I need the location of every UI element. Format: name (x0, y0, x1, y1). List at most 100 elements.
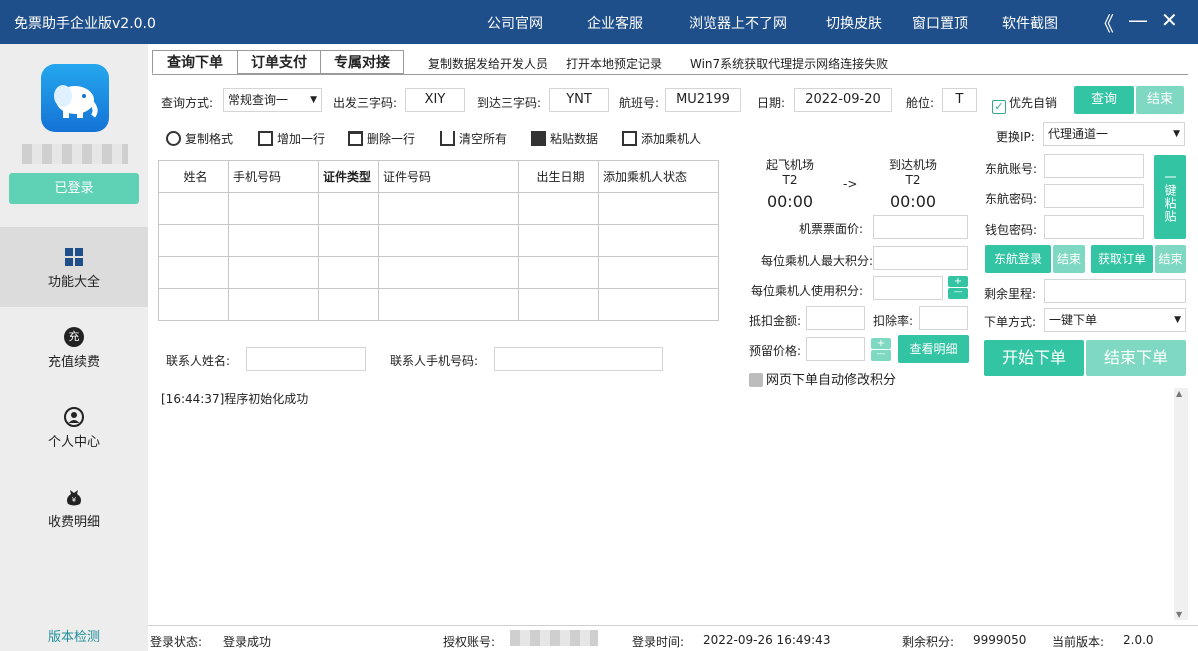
order-mode-select[interactable]: 一键下单 ▼ (1044, 308, 1186, 332)
flight-no-input[interactable]: MU2199 (665, 88, 741, 112)
tab-win7-proxy[interactable]: Win7系统获取代理提示网络连接失败 (690, 55, 888, 72)
tab-order-payment[interactable]: 订单支付 (237, 50, 321, 74)
deduct-amount-input[interactable] (806, 306, 865, 330)
login-time-label: 登录时间: (632, 635, 685, 649)
reserve-decrement[interactable]: — (871, 350, 891, 361)
delete-row-tool[interactable]: 删除一行 (348, 130, 415, 147)
query-end-button[interactable]: 结束 (1136, 86, 1184, 114)
tab-copy-data-dev[interactable]: 复制数据发给开发人员 (428, 55, 548, 72)
contact-phone-input[interactable] (494, 347, 663, 371)
menu-browser-offline[interactable]: 浏览器上不了网 (689, 13, 787, 33)
chevron-down-icon: ▼ (1173, 129, 1180, 139)
reserve-price-input[interactable] (806, 337, 865, 361)
deduct-rate-input[interactable] (919, 306, 968, 330)
copy-format-tool[interactable]: 复制格式 (166, 130, 233, 147)
remaining-mileage-input[interactable] (1044, 279, 1186, 303)
east-password-input[interactable] (1044, 184, 1144, 208)
menu-switch-skin[interactable]: 切换皮肤 (826, 13, 882, 33)
east-account-input[interactable] (1044, 154, 1144, 178)
logged-in-button[interactable]: 已登录 (9, 173, 139, 204)
auto-modify-points-checkbox[interactable]: 网页下单自动修改积分 (749, 369, 896, 388)
date-input[interactable]: 2022-09-20 (794, 88, 892, 112)
query-mode-select[interactable]: 常规查询一 ▼ (223, 88, 322, 112)
collapse-icon[interactable]: 《 (1094, 8, 1114, 37)
from-code-input[interactable]: XIY (405, 88, 465, 112)
order-mode-value: 一键下单 (1049, 313, 1098, 327)
change-ip-select[interactable]: 代理通道一 ▼ (1043, 122, 1185, 146)
contact-name-input[interactable] (246, 347, 366, 371)
checkbox-unchecked-icon (749, 373, 763, 387)
close-icon[interactable]: ✕ (1161, 8, 1178, 32)
add-passenger-tool[interactable]: 添加乘机人 (622, 130, 701, 147)
menu-screenshot[interactable]: 软件截图 (1002, 13, 1058, 33)
paste-data-tool[interactable]: 粘贴数据 (531, 130, 598, 147)
change-ip-value: 代理通道一 (1048, 127, 1109, 141)
clear-all-label: 清空所有 (459, 132, 508, 146)
east-login-button[interactable]: 东航登录 (985, 245, 1051, 273)
tab-query-order[interactable]: 查询下单 (152, 50, 238, 74)
use-points-decrement[interactable]: — (948, 288, 968, 299)
cabin-input[interactable]: T (942, 88, 977, 112)
priority-self-sale-checkbox[interactable]: ✓ 优先自销 (992, 94, 1057, 114)
use-points-label: 每位乘机人使用积分: (751, 284, 864, 298)
sidebar-item-features[interactable]: 功能大全 (0, 227, 148, 307)
dep-airport-title: 起飞机场 (765, 158, 814, 172)
tab-local-records[interactable]: 打开本地预定记录 (566, 55, 662, 72)
scroll-down-icon[interactable]: ▼ (1176, 610, 1182, 619)
contact-name-label: 联系人姓名: (166, 354, 231, 368)
delete-row-label: 删除一行 (367, 132, 416, 146)
max-points-input[interactable] (873, 246, 968, 270)
version-value: 2.0.0 (1123, 633, 1154, 647)
get-order-end-button[interactable]: 结束 (1155, 245, 1186, 273)
query-button[interactable]: 查询 (1074, 86, 1134, 114)
menu-window-top[interactable]: 窗口置顶 (912, 13, 968, 33)
save-icon (531, 131, 546, 146)
deduct-amount-label: 抵扣金额: (749, 314, 802, 328)
clear-all-tool[interactable]: 清空所有 (440, 130, 507, 147)
change-ip-label: 更换IP: (996, 130, 1035, 144)
view-detail-button[interactable]: 查看明细 (898, 335, 969, 363)
arr-airport-title: 到达机场 (888, 158, 937, 172)
col-name: 姓名 (158, 160, 229, 193)
sidebar-item-billing[interactable]: ¥ 收费明细 (0, 467, 148, 547)
fare-input[interactable] (873, 215, 968, 239)
wallet-password-label: 钱包密码: (985, 223, 1038, 237)
query-mode-label: 查询方式: (161, 96, 214, 110)
one-key-paste-button[interactable]: 一键粘贴 (1154, 155, 1186, 239)
table-row[interactable] (158, 224, 719, 257)
east-account-label: 东航账号: (985, 162, 1038, 176)
table-row[interactable] (158, 256, 719, 289)
start-order-button[interactable]: 开始下单 (984, 340, 1084, 376)
scroll-up-icon[interactable]: ▲ (1176, 389, 1182, 398)
log-scrollbar[interactable]: ▲ ▼ (1174, 388, 1188, 620)
col-id-type: 证件类型 (318, 160, 379, 193)
points-value: 9999050 (973, 633, 1027, 647)
sidebar-item-recharge[interactable]: 充 充值续费 (0, 307, 148, 387)
reserve-increment[interactable]: + (871, 338, 891, 349)
table-row[interactable] (158, 192, 719, 225)
add-row-icon (258, 131, 273, 146)
version-check-link[interactable]: 版本检测 (0, 626, 148, 645)
sidebar-item-label: 个人中心 (47, 435, 100, 450)
login-state-value: 登录成功 (223, 635, 272, 649)
priority-self-sale-label: 优先自销 (1009, 96, 1058, 110)
copy-format-label: 复制格式 (185, 132, 234, 146)
chevron-down-icon: ▼ (310, 95, 317, 105)
to-code-input[interactable]: YNT (549, 88, 609, 112)
route-arrow: -> (843, 177, 858, 191)
menu-enterprise-service[interactable]: 企业客服 (587, 13, 643, 33)
col-add-status: 添加乘机人状态 (598, 160, 719, 193)
menu-company-site[interactable]: 公司官网 (487, 13, 543, 33)
sidebar-item-profile[interactable]: 个人中心 (0, 387, 148, 467)
east-login-end-button[interactable]: 结束 (1053, 245, 1085, 273)
wallet-password-input[interactable] (1044, 215, 1144, 239)
minimize-icon[interactable]: — (1128, 8, 1148, 32)
use-points-input[interactable] (873, 276, 943, 300)
table-row[interactable] (158, 288, 719, 321)
query-mode-value: 常规查询一 (228, 93, 289, 107)
end-order-button[interactable]: 结束下单 (1086, 340, 1186, 376)
get-order-button[interactable]: 获取订单 (1091, 245, 1153, 273)
add-row-tool[interactable]: 增加一行 (258, 130, 325, 147)
use-points-increment[interactable]: + (948, 276, 968, 287)
tab-dedicated[interactable]: 专属对接 (320, 50, 404, 74)
